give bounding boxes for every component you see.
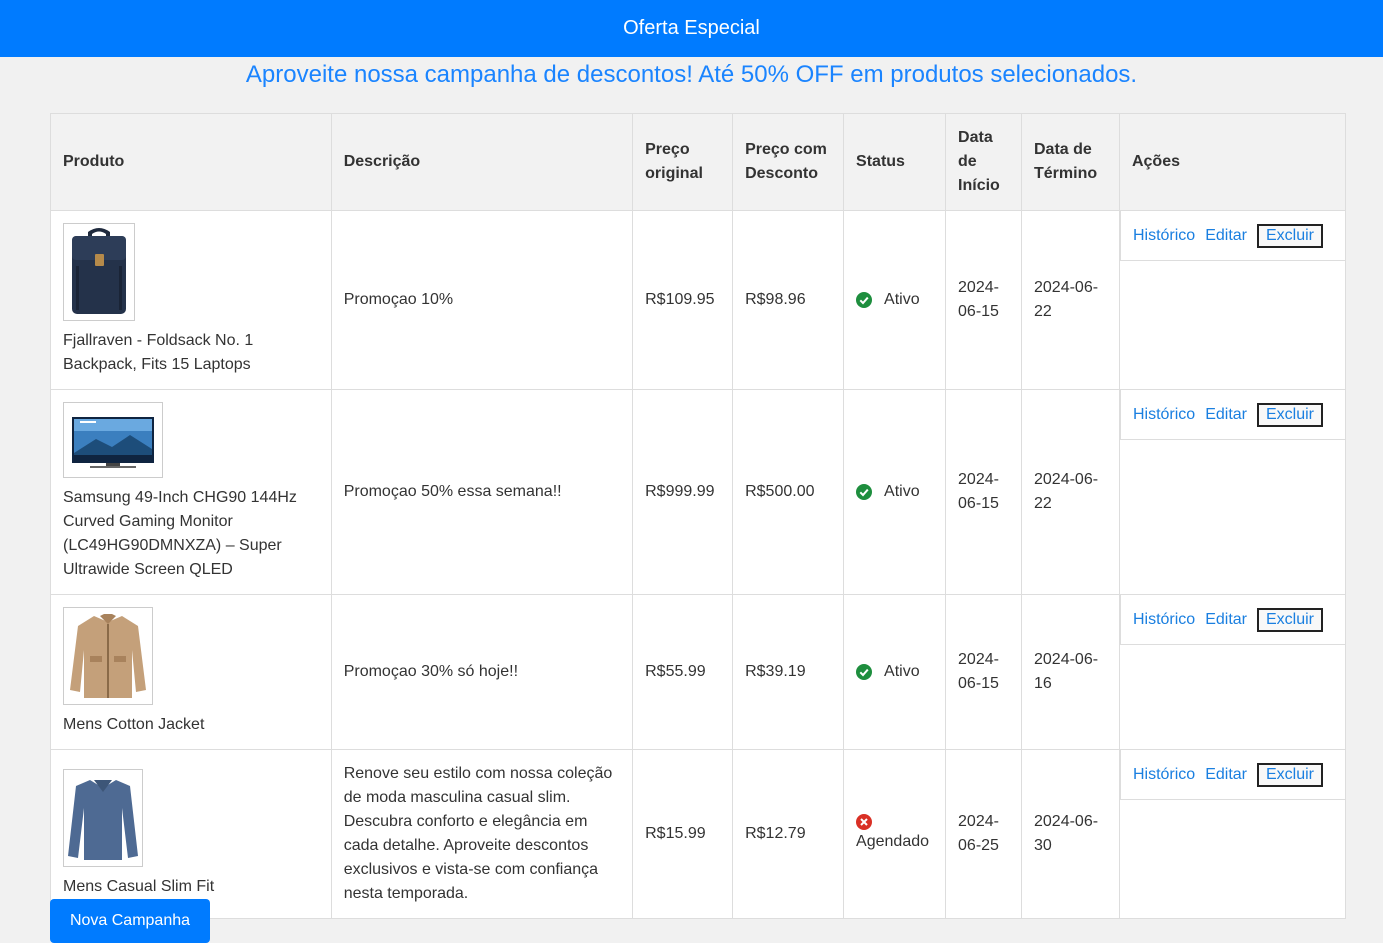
table-row: Mens Cotton Jacket Promoçao 30% só hoje!… xyxy=(50,594,1347,750)
row-actions: Histórico Editar Excluir xyxy=(1119,594,1346,645)
table-row: Samsung 49-Inch CHG90 144Hz Curved Gamin… xyxy=(50,389,1347,595)
cell-acoes: Histórico Editar Excluir xyxy=(1118,210,1347,390)
cell-data-termino: 2024-06-30 xyxy=(1021,749,1120,919)
cell-preco-original: R$15.99 xyxy=(632,749,734,919)
cell-preco-desconto: R$98.96 xyxy=(732,210,845,390)
campaigns-table: Produto Descrição Preço original Preço c… xyxy=(50,113,1347,919)
cell-acoes: Histórico Editar Excluir xyxy=(1118,389,1347,595)
cell-descricao: Promoçao 10% xyxy=(330,210,634,390)
col-header-status: Status xyxy=(843,113,947,211)
editar-link[interactable]: Editar xyxy=(1205,403,1247,427)
editar-link[interactable]: Editar xyxy=(1205,763,1247,787)
cell-data-inicio: 2024-06-15 xyxy=(945,210,1022,390)
cell-preco-original: R$999.99 xyxy=(632,389,734,595)
status-label: Agendado xyxy=(856,833,930,850)
row-actions: Histórico Editar Excluir xyxy=(1119,749,1346,800)
x-circle-icon xyxy=(856,814,873,830)
historico-link[interactable]: Histórico xyxy=(1133,224,1195,248)
nova-campanha-button[interactable]: Nova Campanha xyxy=(50,899,210,943)
cell-preco-original: R$55.99 xyxy=(632,594,734,750)
cell-preco-original: R$109.95 xyxy=(632,210,734,390)
cell-data-termino: 2024-06-22 xyxy=(1021,389,1120,595)
check-circle-icon xyxy=(856,664,873,680)
historico-link[interactable]: Histórico xyxy=(1133,763,1195,787)
cell-produto: Mens Casual Slim Fit xyxy=(50,749,332,919)
cell-data-inicio: 2024-06-25 xyxy=(945,749,1022,919)
historico-link[interactable]: Histórico xyxy=(1133,403,1195,427)
product-name: Fjallraven - Foldsack No. 1 Backpack, Fi… xyxy=(63,332,254,373)
col-header-preco-desconto: Preço com Desconto xyxy=(732,113,845,211)
cell-preco-desconto: R$12.79 xyxy=(732,749,845,919)
cell-produto: Samsung 49-Inch CHG90 144Hz Curved Gamin… xyxy=(50,389,332,595)
col-header-acoes: Ações xyxy=(1118,113,1347,211)
jacket-image xyxy=(63,607,153,705)
backpack-image xyxy=(63,223,135,321)
cell-status: Agendado xyxy=(843,749,947,919)
editar-link[interactable]: Editar xyxy=(1205,608,1247,632)
col-header-produto: Produto xyxy=(50,113,332,211)
product-name: Samsung 49-Inch CHG90 144Hz Curved Gamin… xyxy=(63,489,297,578)
excluir-button[interactable]: Excluir xyxy=(1257,223,1324,248)
cell-data-inicio: 2024-06-15 xyxy=(945,389,1022,595)
row-actions: Histórico Editar Excluir xyxy=(1119,210,1346,261)
status-label: Ativo xyxy=(884,291,920,308)
top-header-bar: Oferta Especial xyxy=(0,0,1383,57)
cell-status: Ativo xyxy=(843,389,947,595)
shirt-image xyxy=(63,769,143,867)
page-title: Oferta Especial xyxy=(623,17,760,39)
col-header-descricao: Descrição xyxy=(330,113,634,211)
cell-data-inicio: 2024-06-15 xyxy=(945,594,1022,750)
campaign-banner: Aproveite nossa campanha de descontos! A… xyxy=(245,61,1138,88)
check-circle-icon xyxy=(856,292,873,308)
table-header-row: Produto Descrição Preço original Preço c… xyxy=(50,113,1347,211)
status-label: Ativo xyxy=(884,663,920,680)
cell-produto: Mens Cotton Jacket xyxy=(50,594,332,750)
cell-data-termino: 2024-06-22 xyxy=(1021,210,1120,390)
col-header-preco-original: Preço original xyxy=(632,113,734,211)
cell-preco-desconto: R$39.19 xyxy=(732,594,845,750)
col-header-data-inicio: Data de Início xyxy=(945,113,1022,211)
cell-data-termino: 2024-06-16 xyxy=(1021,594,1120,750)
cell-descricao: Promoçao 50% essa semana!! xyxy=(330,389,634,595)
excluir-button[interactable]: Excluir xyxy=(1257,607,1324,632)
cell-descricao: Promoçao 30% só hoje!! xyxy=(330,594,634,750)
cell-status: Ativo xyxy=(843,594,947,750)
product-name: Mens Cotton Jacket xyxy=(63,716,205,733)
historico-link[interactable]: Histórico xyxy=(1133,608,1195,632)
excluir-button[interactable]: Excluir xyxy=(1257,762,1324,787)
row-actions: Histórico Editar Excluir xyxy=(1119,389,1346,440)
col-header-data-termino: Data de Término xyxy=(1021,113,1120,211)
cell-produto: Fjallraven - Foldsack No. 1 Backpack, Fi… xyxy=(50,210,332,390)
check-circle-icon xyxy=(856,484,873,500)
cell-status: Ativo xyxy=(843,210,947,390)
excluir-button[interactable]: Excluir xyxy=(1257,402,1324,427)
table-row: Mens Casual Slim Fit Renove seu estilo c… xyxy=(50,749,1347,919)
monitor-image xyxy=(63,402,163,478)
cell-preco-desconto: R$500.00 xyxy=(732,389,845,595)
cell-acoes: Histórico Editar Excluir xyxy=(1118,749,1347,919)
cell-descricao: Renove seu estilo com nossa coleção de m… xyxy=(330,749,634,919)
product-name: Mens Casual Slim Fit xyxy=(63,878,215,895)
table-row: Fjallraven - Foldsack No. 1 Backpack, Fi… xyxy=(50,210,1347,390)
status-label: Ativo xyxy=(884,483,920,500)
cell-acoes: Histórico Editar Excluir xyxy=(1118,594,1347,750)
editar-link[interactable]: Editar xyxy=(1205,224,1247,248)
